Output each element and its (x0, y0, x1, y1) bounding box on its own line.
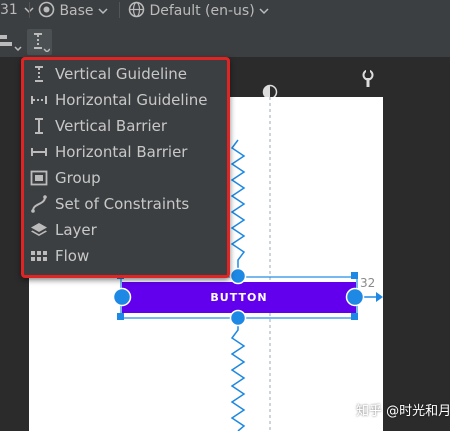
top-anchor (229, 267, 247, 285)
vertical-guideline-icon (35, 66, 43, 82)
constraint-badge: 32 (360, 276, 376, 290)
menu-item-label: Group (55, 169, 101, 187)
menu-item-horizontal-barrier[interactable]: Horizontal Barrier (24, 139, 221, 165)
flow-icon (31, 251, 47, 261)
horizontal-barrier-icon (31, 148, 47, 156)
group-icon (30, 170, 48, 186)
menu-item-label: Vertical Guideline (55, 65, 188, 83)
menu-item-label: Flow (55, 247, 90, 265)
horizontal-guideline-icon (31, 96, 47, 104)
watermark: 知乎 @时光和月云 (356, 404, 450, 419)
menu-item-layer[interactable]: Layer (24, 217, 221, 243)
menu-item-flow[interactable]: Flow (24, 243, 221, 269)
menu-item-set-of-constraints[interactable]: Set of Constraints (24, 191, 221, 217)
right-anchor (345, 287, 365, 307)
menu-item-horizontal-guideline[interactable]: Horizontal Guideline (24, 87, 221, 113)
vertical-barrier-icon (35, 118, 43, 134)
left-anchor (112, 287, 132, 307)
helpers-dropdown-menu: Vertical Guideline Horizontal Guideline … (21, 57, 230, 278)
menu-item-label: Set of Constraints (55, 195, 190, 213)
menu-item-group[interactable]: Group (24, 165, 221, 191)
bottom-anchor (229, 309, 247, 327)
menu-item-label: Layer (55, 221, 97, 239)
menu-item-vertical-barrier[interactable]: Vertical Barrier (24, 113, 221, 139)
constraints-icon (31, 195, 47, 213)
layer-icon (31, 223, 47, 236)
menu-item-label: Horizontal Barrier (55, 143, 188, 161)
menu-item-vertical-guideline[interactable]: Vertical Guideline (24, 61, 221, 87)
menu-item-label: Vertical Barrier (55, 117, 168, 135)
menu-item-label: Horizontal Guideline (55, 91, 208, 109)
